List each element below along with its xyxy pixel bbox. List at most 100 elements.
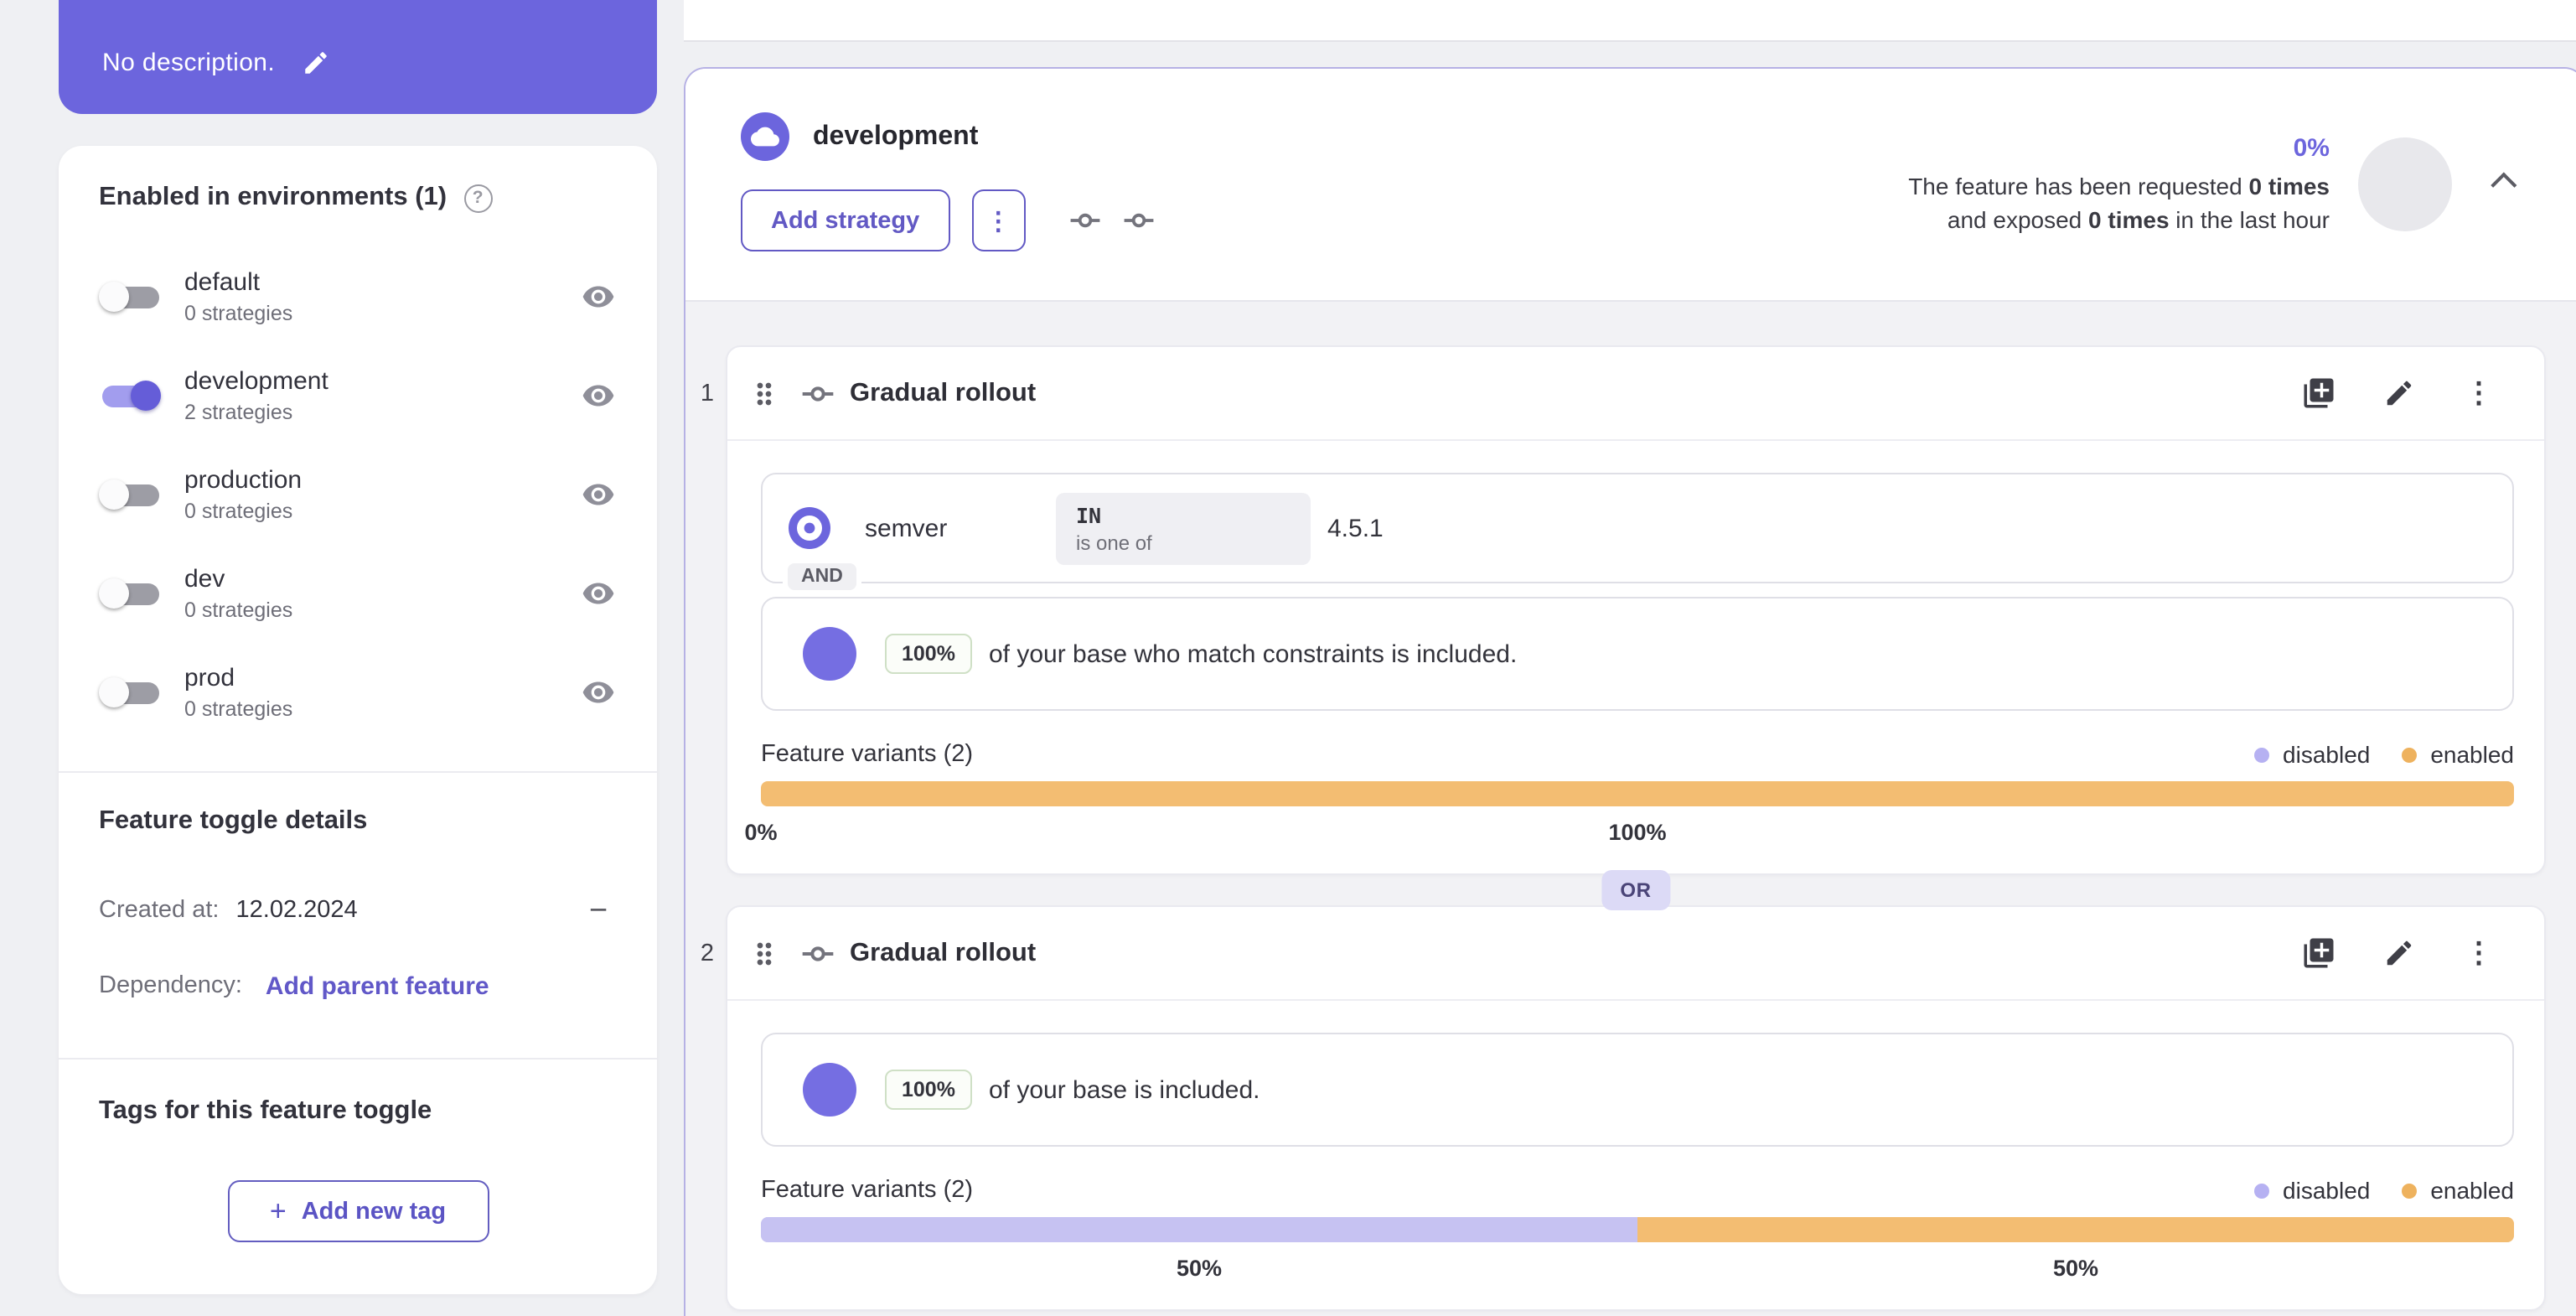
rollout-percentage-badge: 100% [885,634,972,674]
constraint-operator: IN is one of [1056,492,1311,564]
gradual-rollout-icon [1123,213,1153,228]
metrics-line1-count: 0 times [2248,172,2330,199]
variants-header-row: Feature variants (2) disabled enabled [761,1177,2514,1204]
gradual-rollout-icon [1069,213,1099,228]
cloud-icon [751,127,779,147]
help-icon[interactable]: ? [463,184,493,212]
strategy-index: 2 [700,940,715,967]
environment-menu-button[interactable]: ⋮ [971,189,1026,251]
environment-strategy-count: 2 strategies [184,400,293,423]
created-at-label: Created at: [99,897,220,924]
chevron-up-icon [2490,171,2517,198]
variant-percentage-enabled: 50% [2052,1256,2099,1281]
metrics-donut-chart [2358,137,2452,231]
strategy-item-1: 1 Gradual rollout ⋮ semver IN is one of … [701,345,2546,875]
environment-row-development: development 2 strategies [99,345,617,444]
legend-label-enabled: enabled [2430,741,2514,768]
legend-label-enabled: enabled [2430,1177,2514,1204]
environment-toggle-dev[interactable] [99,576,163,609]
environment-name: default [184,267,261,296]
variant-percentage-disabled: 0% [744,820,778,845]
rollout-percentage-badge: 100% [885,1070,972,1110]
previous-card-bottom-edge [684,0,2576,42]
variants-label: Feature variants (2) [761,741,974,768]
strategy-item-2: 2 Gradual rollout ⋮ 100% of your base is… [701,905,2546,1311]
variant-segment-enabled [1637,1217,2514,1242]
metrics-line2-suffix: in the last hour [2169,205,2330,232]
environment-row-production: production 0 strategies [99,444,617,543]
edit-strategy-button[interactable] [2382,935,2417,971]
eye-icon [582,483,614,505]
environments-section: Enabled in environments (1) ? default 0 … [59,146,657,771]
legend-dot-disabled [2254,747,2270,762]
environment-labels: prod 0 strategies [184,663,292,720]
strategy-separator: OR [726,870,2546,910]
collapse-details-button[interactable]: − [580,892,617,929]
drag-handle-icon[interactable] [747,376,781,410]
metrics-line2-text: and exposed [1947,205,2089,232]
copy-to-environment-icon [2304,378,2334,408]
and-chip: AND [783,558,861,595]
tags-section: Tags for this feature toggle + Add new t… [59,1060,657,1242]
environment-visibility-button[interactable] [580,277,617,314]
variant-percentage-enabled: 100% [1608,820,1667,845]
add-new-tag-button[interactable]: + Add new tag [227,1180,489,1242]
operator-name: IN [1076,502,1102,527]
edit-strategy-button[interactable] [2382,376,2417,411]
environment-visibility-button[interactable] [580,475,617,512]
environment-toggle-development[interactable] [99,378,163,412]
environment-name: production [184,465,303,494]
drag-handle-icon[interactable] [747,936,781,970]
environment-labels: production 0 strategies [184,465,302,522]
variants-bar [761,781,2514,806]
environment-visibility-button[interactable] [580,376,617,413]
page: No description. Enabled in environments … [0,0,2576,1316]
environment-metrics: 0% The feature has been requested 0 time… [1908,69,2522,300]
copy-strategy-button[interactable] [2301,376,2336,411]
environment-visibility-button[interactable] [580,673,617,710]
drag-dots-icon [757,941,772,965]
toggle-knob [131,380,161,410]
environment-strategy-count: 0 strategies [184,697,293,720]
strategy-body: 100% of your base is included. Feature v… [727,1001,2544,1309]
feature-description-card: No description. [59,0,657,114]
strategy-header: Gradual rollout ⋮ [727,347,2544,441]
environment-toggle-default[interactable] [99,279,163,313]
gradual-rollout-icon [802,946,834,961]
constraint-context-field: semver [865,514,948,542]
collapse-environment-button[interactable] [2479,163,2522,206]
strategy-actions: ⋮ [2301,376,2497,411]
eye-icon [582,582,614,604]
edit-description-button[interactable] [300,47,330,77]
or-chip: OR [1601,870,1670,910]
operator-caption: is one of [1076,531,1152,554]
variants-legend: disabled enabled [2254,741,2514,768]
strategy-list: 1 Gradual rollout ⋮ semver IN is one of … [685,300,2576,1316]
pencil-icon [304,51,326,73]
environments-title: Enabled in environments (1) [99,183,447,211]
legend-dot-enabled [2402,1183,2418,1198]
eye-icon [582,285,614,307]
drag-dots-icon [757,381,772,405]
environment-visibility-button[interactable] [580,574,617,611]
add-new-tag-label: Add new tag [301,1198,447,1225]
pencil-icon [2387,381,2412,406]
variants-legend: disabled enabled [2254,1177,2514,1204]
feature-details-section: Feature toggle details Created at: 12.02… [59,773,657,1058]
copy-strategy-button[interactable] [2301,935,2336,971]
strategy-menu-button[interactable]: ⋮ [2462,935,2497,971]
environment-toggle-prod[interactable] [99,675,163,708]
legend-dot-disabled [2254,1183,2270,1198]
exposure-percentage: 0% [2293,133,2330,162]
environment-toggle-production[interactable] [99,477,163,510]
metrics-text-block: 0% The feature has been requested 0 time… [1908,133,2330,236]
strategy-menu-button[interactable]: ⋮ [2462,376,2497,411]
rollout-description: of your base is included. [988,1075,1260,1104]
toggle-knob [99,578,129,608]
add-strategy-button[interactable]: Add strategy [741,189,950,251]
add-parent-feature-link[interactable]: Add parent feature [266,971,489,1000]
eye-icon [582,384,614,406]
environment-strategy-count: 0 strategies [184,301,293,324]
plus-icon: + [269,1195,287,1227]
variant-percentage-disabled: 50% [1176,1256,1223,1281]
